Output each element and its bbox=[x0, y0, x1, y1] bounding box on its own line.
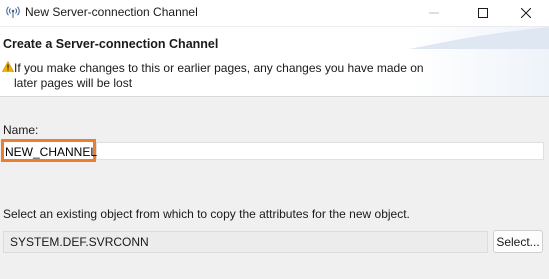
minimize-icon bbox=[429, 12, 439, 14]
title-bar: New Server-connection Channel bbox=[0, 0, 549, 27]
copy-from-label: Select an existing object from which to … bbox=[3, 207, 410, 221]
select-button[interactable]: Select... bbox=[493, 230, 543, 253]
name-field-value[interactable]: NEW_CHANNEL bbox=[5, 145, 97, 159]
close-icon bbox=[521, 8, 531, 18]
network-antenna-icon bbox=[6, 6, 20, 18]
wizard-header: Create a Server-connection Channel If yo… bbox=[0, 27, 549, 97]
name-field[interactable] bbox=[96, 142, 544, 160]
maximize-icon bbox=[478, 8, 488, 18]
minimize-button[interactable] bbox=[411, 0, 457, 26]
copy-from-value: SYSTEM.DEF.SVRCONN bbox=[10, 235, 149, 249]
window-title: New Server-connection Channel bbox=[25, 5, 198, 19]
page-title: Create a Server-connection Channel bbox=[3, 37, 219, 51]
warning-icon bbox=[2, 61, 14, 72]
header-decoration bbox=[409, 27, 549, 49]
name-label: Name: bbox=[3, 123, 39, 137]
maximize-button[interactable] bbox=[460, 0, 506, 26]
close-button[interactable] bbox=[503, 0, 549, 26]
warning-message: If you make changes to this or earlier p… bbox=[14, 61, 424, 90]
